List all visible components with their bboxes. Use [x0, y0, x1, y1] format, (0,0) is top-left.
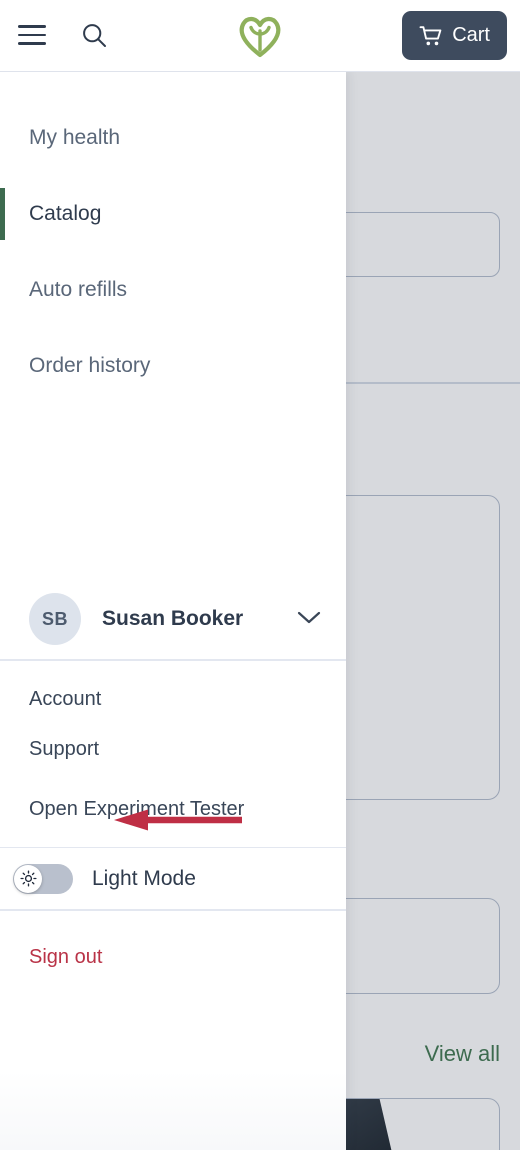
light-mode-label: Light Mode — [92, 866, 196, 890]
hamburger-menu-icon[interactable] — [18, 22, 46, 48]
user-name-label: Susan Booker — [102, 607, 244, 631]
sign-out-label: Sign out — [29, 946, 103, 969]
drawer-bottom-fill — [0, 974, 346, 1150]
chevron-down-icon[interactable] — [296, 609, 322, 630]
light-mode-toggle-row[interactable]: Light Mode — [0, 848, 346, 909]
sidebar-item-label: My health — [29, 126, 121, 149]
navigation-drawer: My health Catalog Auto refills Order his… — [0, 72, 346, 1150]
menu-item-account[interactable]: Account — [0, 675, 346, 725]
avatar: SB — [29, 593, 81, 646]
drawer-spacer — [0, 404, 346, 579]
sun-icon — [19, 870, 37, 887]
menu-item-label: Account — [29, 688, 102, 711]
menu-item-support[interactable]: Support — [0, 725, 346, 775]
search-icon[interactable] — [80, 21, 108, 49]
menu-item-label: Open Experiment Tester — [29, 798, 245, 821]
menu-item-open-experiment-tester[interactable]: Open Experiment Tester — [0, 785, 346, 835]
sign-out-group: Sign out — [0, 911, 346, 975]
leaf-heart-logo[interactable] — [236, 14, 284, 58]
sidebar-item-order-history[interactable]: Order history — [0, 328, 346, 404]
sidebar-item-auto-refills[interactable]: Auto refills — [0, 252, 346, 328]
app-header: Cart — [0, 0, 520, 72]
drawer-nav-list: My health Catalog Auto refills Order his… — [0, 72, 346, 404]
cart-button-label: Cart — [452, 24, 490, 46]
user-profile-row[interactable]: SB Susan Booker — [0, 579, 346, 659]
sign-out-button[interactable]: Sign out — [0, 941, 346, 975]
account-menu-group: Account Support Open Experiment Tester — [0, 661, 346, 847]
light-mode-switch[interactable] — [13, 863, 73, 894]
cart-button[interactable]: Cart — [402, 11, 507, 60]
menu-item-label: Support — [29, 738, 100, 761]
sidebar-item-label: Auto refills — [29, 278, 128, 301]
sidebar-item-label: Order history — [29, 354, 151, 377]
sidebar-item-my-health[interactable]: My health — [0, 100, 346, 176]
switch-knob — [14, 864, 42, 893]
app-root: nts s picks Brands ipt View all My healt… — [0, 0, 520, 1150]
background-view-all-link[interactable]: View all — [425, 1041, 500, 1067]
shopping-cart-icon — [419, 25, 442, 45]
sidebar-item-label: Catalog — [29, 202, 102, 225]
sidebar-item-catalog[interactable]: Catalog — [0, 176, 346, 252]
